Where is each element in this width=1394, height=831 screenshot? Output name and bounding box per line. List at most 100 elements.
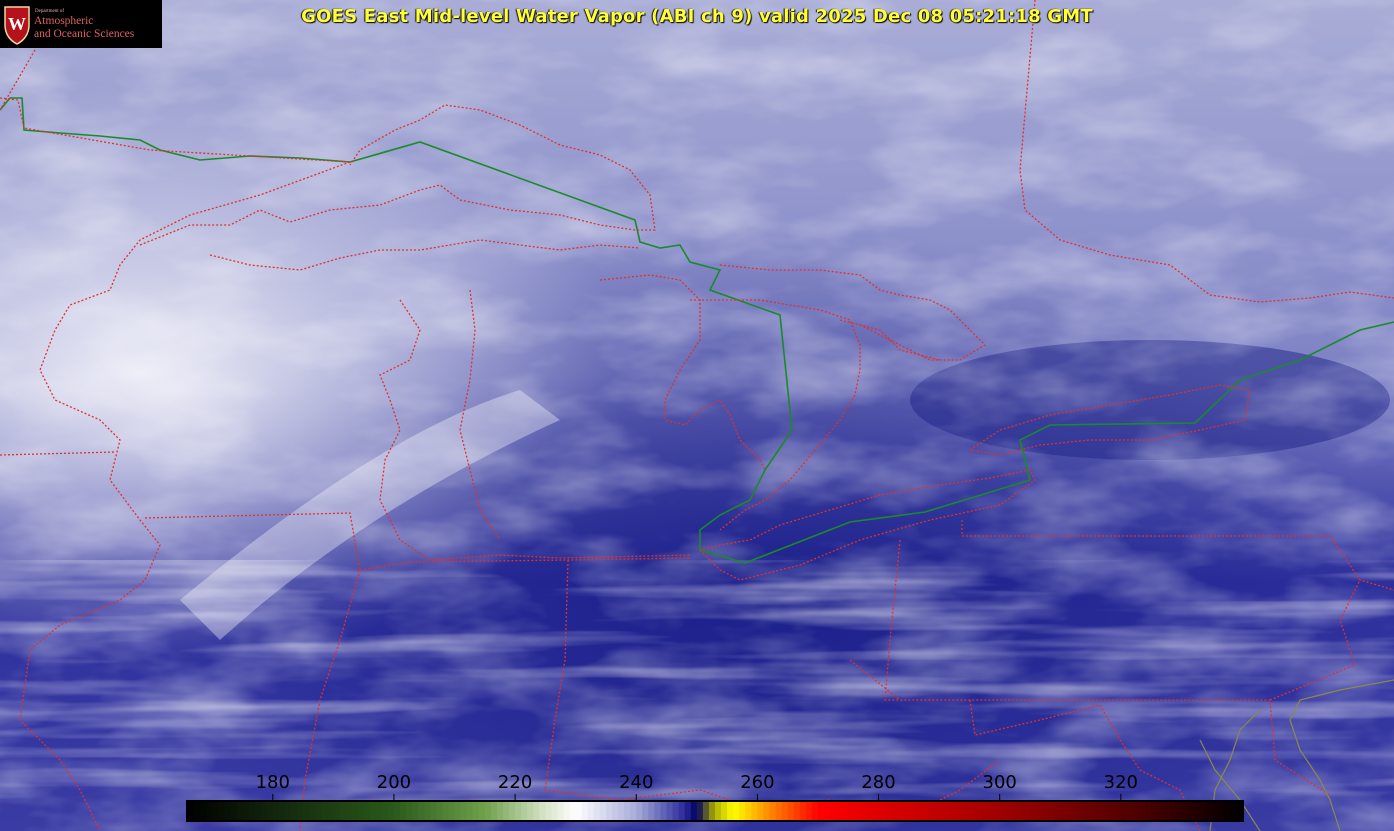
colorbar-segment [351,802,359,820]
colorbar-segment [309,802,316,820]
colorbar-segment [848,802,855,820]
colorbar-segment [448,802,456,820]
colorbar-segment [1108,802,1116,820]
colorbar-segment [1017,802,1025,820]
colorbar-segment [1139,802,1146,820]
colorbar-segment [1072,802,1079,820]
colorbar-segment [569,802,577,820]
colorbar-segment [345,802,353,820]
colorbar-segment [854,802,861,820]
colorbar-segment [908,802,916,820]
colorbar-segment [1157,802,1164,820]
colorbar-segment [188,802,195,820]
colorbar-segment [363,802,371,820]
colorbar-segment [315,802,322,820]
colorbar-segment [1229,802,1237,820]
colorbar-segment [957,802,964,820]
colorbar-segment [612,802,619,820]
colorbar-segment [460,802,468,820]
colorbar-segment [739,802,746,820]
colorbar-segment [933,802,940,820]
colorbar-segment [763,802,771,820]
colorbar-segment [1175,802,1182,820]
colorbar-segment [509,802,516,820]
colorbar-segment [690,802,698,820]
colorbar-segment [872,802,880,820]
colorbar-segment [242,802,250,820]
colorbar-segment [533,802,540,820]
colorbar-segment [284,802,292,820]
colorbar-segment [866,802,873,820]
colorbar-segment [660,802,668,820]
colorbar-segment [478,802,486,820]
colorbar-segment [1060,802,1067,820]
colorbar-segment [993,802,1001,820]
colorbar-segment [751,802,758,820]
colorbar-segment [472,802,480,820]
colorbar-segment [884,802,892,820]
colorbar-segment [575,802,583,820]
colorbar-segment [636,802,643,820]
colorbar-segment [805,802,813,820]
colorbar-segment [1205,802,1213,820]
colorbar-segment [914,802,922,820]
colorbar-segment [684,802,692,820]
colorbar-segment [400,802,407,820]
colorbar-segment [1120,802,1128,820]
colorbar-segment [902,802,910,820]
colorbar-segment [605,802,613,820]
colorbar-segment [357,802,365,820]
colorbar-segment [230,802,237,820]
colorbar-tick-label: 280 [861,772,895,793]
colorbar-segment [436,802,443,820]
colorbar-segment [727,802,734,820]
colorbar-segment [981,802,989,820]
colorbar-segment [793,802,801,820]
colorbar-segment [387,802,395,820]
colorbar-segment [624,802,631,820]
colorbar-segment [236,802,244,820]
colorbar-segment [975,802,983,820]
colorbar-segment [733,802,740,820]
colorbar-segment [581,802,589,820]
colorbar-segment [466,802,474,820]
colorbar-segment [1029,802,1037,820]
colorbar-segment [418,802,425,820]
colorbar-segment [890,802,898,820]
colorbar-segment [297,802,304,820]
colorbar-segment [1132,802,1140,820]
colorbar-segment [218,802,225,820]
colorbar-segment [721,802,728,820]
colorbar-segment [430,802,437,820]
colorbar-segment [618,802,625,820]
colorbar-segment [521,802,528,820]
colorbar-segment [563,802,571,820]
colorbar-segment [1042,802,1049,820]
colorbar-tick-label: 320 [1104,772,1138,793]
satellite-map-view: 180 200 220 240 260 280 300 320 W Department of… [0,0,1394,831]
colorbar-segment [999,802,1007,820]
colorbar-segment [969,802,976,820]
colorbar-segment [799,802,807,820]
colorbar-segment [599,802,607,820]
colorbar-segment [1096,802,1104,820]
colorbar-segment [1114,802,1122,820]
colorbar-segment [490,802,498,820]
colorbar-segment [1048,802,1055,820]
colorbar-segment [266,802,274,820]
colorbar-segment [842,802,849,820]
colorbar-segment [696,802,704,820]
colorbar-segment [939,802,946,820]
colorbar-segment [412,802,419,820]
colorbar-segment [678,802,686,820]
colorbar-segment [248,802,256,820]
colorbar-segment [551,802,559,820]
colorbar-segment [1163,802,1170,820]
colorbar-segment [1011,802,1019,820]
colorbar-gradient [188,802,1243,820]
colorbar-segment [1084,802,1092,820]
colorbar-tick-label: 260 [740,772,774,793]
colorbar-segment [775,802,783,820]
colorbar-segment [545,802,552,820]
colorbar-segment [290,802,298,820]
